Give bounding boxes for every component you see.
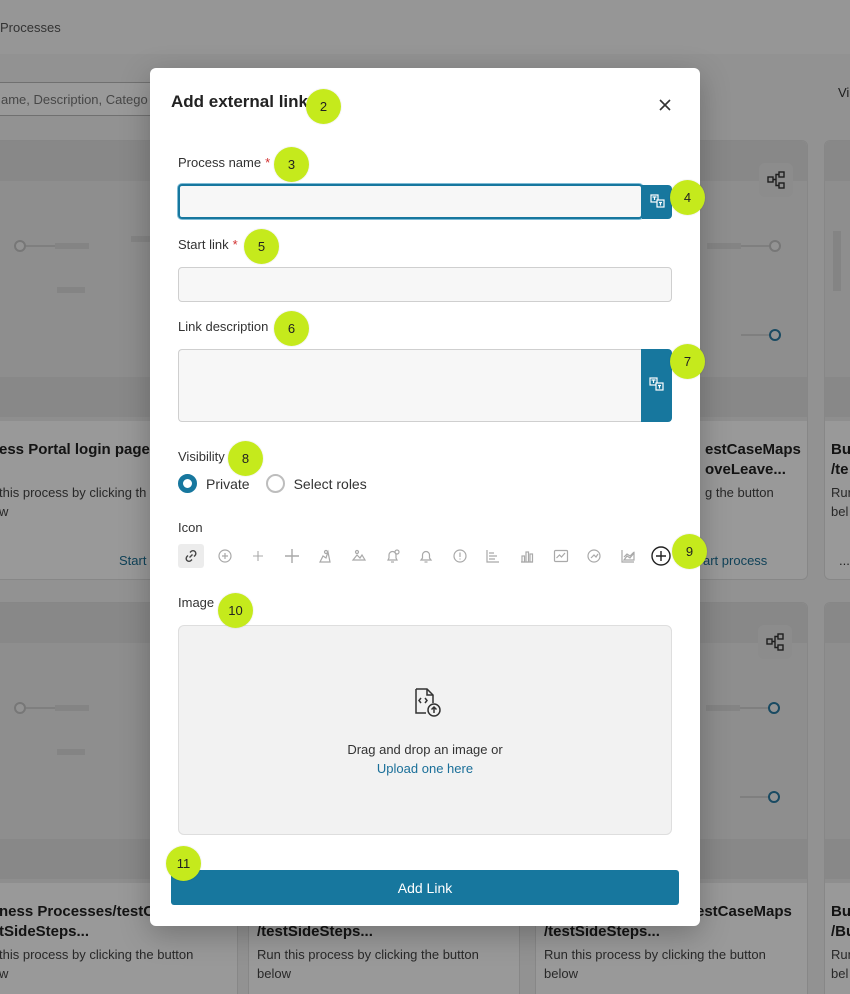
translate-icon [649, 193, 665, 211]
line-chart-icon[interactable] [548, 544, 574, 568]
puzzle-icon[interactable] [312, 544, 338, 568]
bar-chart-horizontal-icon[interactable] [480, 544, 506, 568]
translate-button[interactable] [642, 185, 672, 219]
dialog-title: Add external link [171, 92, 308, 111]
step-marker: 4 [670, 180, 705, 215]
link-description-textarea[interactable] [178, 349, 643, 422]
step-marker: 8 [228, 441, 263, 476]
radio-select-roles[interactable] [265, 474, 285, 493]
dropzone-text: Drag and drop an image or [347, 742, 503, 757]
puzzle-outline-icon[interactable] [346, 544, 372, 568]
add-more-icon[interactable] [648, 544, 674, 568]
required-mark: * [265, 155, 271, 170]
step-marker: 2 [306, 89, 341, 124]
add-link-button[interactable]: Add Link [171, 870, 679, 905]
step-marker: 11 [166, 846, 201, 881]
radio-private[interactable] [178, 474, 197, 493]
area-chart-icon[interactable] [615, 544, 641, 568]
visibility-label: Visibility [178, 449, 225, 464]
process-name-input[interactable] [178, 184, 643, 219]
translate-icon [649, 377, 664, 394]
process-name-label: Process name * [178, 155, 270, 170]
required-mark: * [232, 237, 238, 252]
close-icon[interactable] [654, 94, 676, 116]
radio-private-label[interactable]: Private [206, 476, 250, 492]
radio-select-roles-label[interactable]: Select roles [294, 476, 367, 492]
upload-link[interactable]: Upload one here [179, 761, 671, 776]
start-link-input[interactable] [178, 267, 672, 302]
icon-label: Icon [178, 520, 203, 535]
step-marker: 3 [274, 147, 309, 182]
gauge-icon[interactable] [581, 544, 607, 568]
visibility-radio-group: Private Select roles [178, 474, 367, 493]
start-link-label: Start link * [178, 237, 238, 252]
plus-icon[interactable] [279, 544, 305, 568]
link-icon[interactable] [178, 544, 204, 568]
exclamation-circle-icon[interactable] [447, 544, 473, 568]
start-link-label-text: Start link [178, 237, 229, 252]
link-description-label: Link description [178, 319, 269, 334]
file-upload-icon [410, 686, 442, 718]
icon-picker [178, 544, 682, 568]
bell-icon[interactable] [413, 544, 439, 568]
plus-small-icon[interactable] [245, 544, 271, 568]
step-marker: 7 [670, 344, 705, 379]
translate-button[interactable] [641, 349, 672, 422]
step-marker: 9 [672, 534, 707, 569]
bell-alert-icon[interactable] [380, 544, 406, 568]
step-marker: 5 [244, 229, 279, 264]
process-name-label-text: Process name [178, 155, 262, 170]
plus-circle-icon[interactable] [212, 544, 238, 568]
image-dropzone[interactable]: Drag and drop an image or Upload one her… [178, 625, 672, 835]
add-external-link-dialog: Add external link Process name * Start li… [150, 68, 700, 926]
image-label: Image [178, 595, 215, 610]
bar-chart-icon[interactable] [514, 544, 540, 568]
step-marker: 10 [218, 593, 253, 628]
step-marker: 6 [274, 311, 309, 346]
